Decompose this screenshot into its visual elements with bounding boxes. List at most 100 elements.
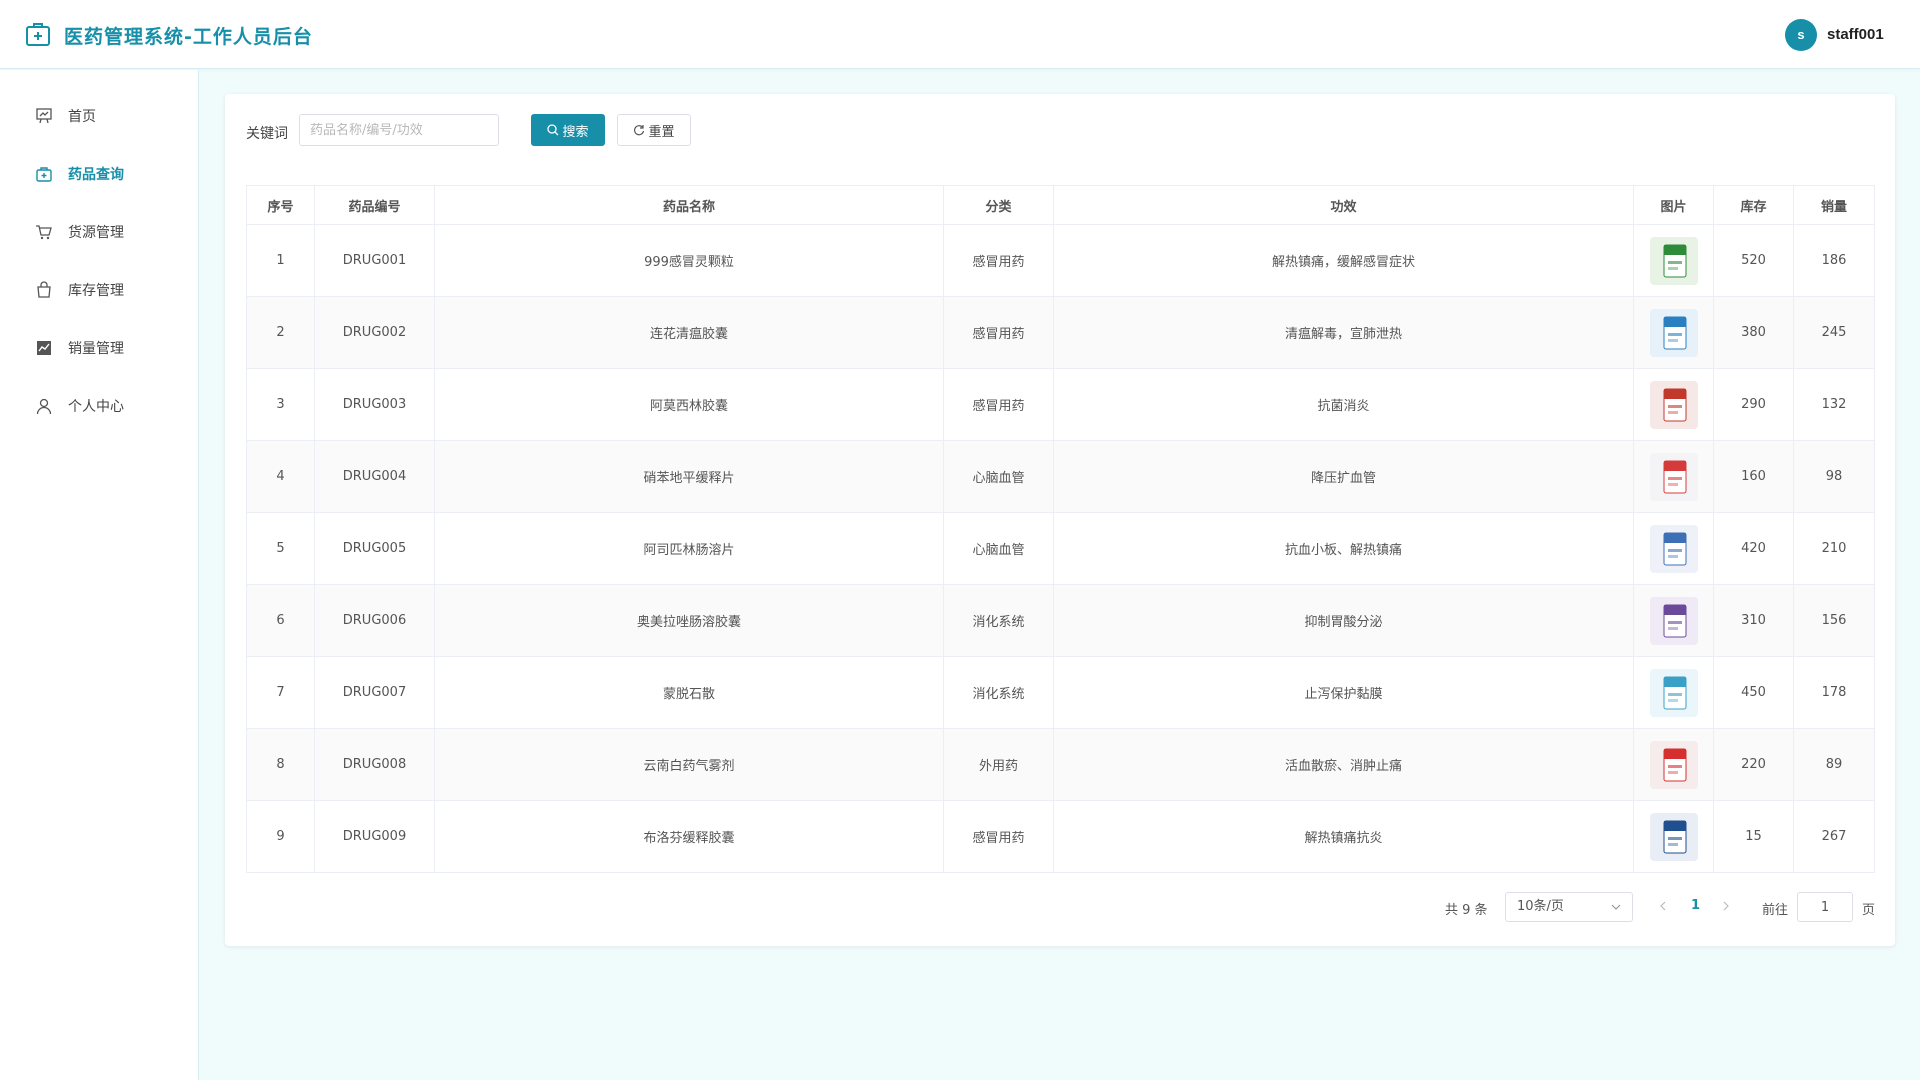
column-header: 功效: [1053, 185, 1634, 225]
cell-category: 感冒用药: [943, 296, 1054, 369]
search-button[interactable]: 搜索: [531, 114, 605, 146]
column-header: 分类: [943, 185, 1054, 225]
avatar[interactable]: s: [1785, 19, 1817, 51]
table-row: 6 DRUG006 奥美拉唑肠溶胶囊 消化系统 抑制胃酸分泌 310 156: [246, 584, 1875, 657]
cell-category: 消化系统: [943, 656, 1054, 729]
cell-effect: 降压扩血管: [1053, 440, 1634, 513]
total-count: 共 9 条: [1445, 903, 1488, 918]
app-title: 医药管理系统-工作人员后台: [64, 26, 313, 48]
cell-image: [1633, 440, 1714, 513]
sidebar: 首页 药品查询 货源管理 库存管理 销量管理 个人中心: [0, 70, 199, 1080]
cell-code: DRUG009: [314, 800, 435, 873]
cell-image: [1633, 800, 1714, 873]
drug-image[interactable]: [1649, 524, 1698, 573]
cell-stock: 160: [1713, 440, 1794, 513]
cell-sales: 186: [1793, 224, 1875, 297]
sidebar-item-sales[interactable]: 销量管理: [0, 326, 198, 370]
goto-page-input[interactable]: [1797, 892, 1853, 922]
column-header: 序号: [246, 185, 315, 225]
cell-code: DRUG003: [314, 368, 435, 441]
page-size-select[interactable]: 10条/页: [1505, 892, 1633, 922]
cell-image: [1633, 728, 1714, 801]
page-size-value: 10条/页: [1517, 899, 1564, 914]
table-row: 5 DRUG005 阿司匹林肠溶片 心脑血管 抗血小板、解热镇痛 420 210: [246, 512, 1875, 585]
sidebar-item-label: 库存管理: [68, 283, 124, 299]
search-button-label: 搜索: [562, 124, 589, 140]
table-row: 3 DRUG003 阿莫西林胶囊 感冒用药 抗菌消炎 290 132: [246, 368, 1875, 441]
cell-effect: 抗菌消炎: [1053, 368, 1634, 441]
sidebar-item-label: 药品查询: [68, 167, 124, 183]
cell-image: [1633, 656, 1714, 729]
cell-sales: 89: [1793, 728, 1875, 801]
sidebar-item-supply[interactable]: 货源管理: [0, 210, 198, 254]
cell-code: DRUG004: [314, 440, 435, 513]
cell-sales: 210: [1793, 512, 1875, 585]
cell-stock: 380: [1713, 296, 1794, 369]
table-row: 7 DRUG007 蒙脱石散 消化系统 止泻保护黏膜 450 178: [246, 656, 1875, 729]
username[interactable]: staff001: [1827, 26, 1884, 43]
cell-code: DRUG006: [314, 584, 435, 657]
cell-code: DRUG008: [314, 728, 435, 801]
page-number[interactable]: 1: [1691, 898, 1700, 913]
cell-name: 云南白药气雾剂: [434, 728, 944, 801]
drug-image[interactable]: [1649, 596, 1698, 645]
goto-label: 前往: [1762, 903, 1789, 918]
cell-code: DRUG007: [314, 656, 435, 729]
table-row: 8 DRUG008 云南白药气雾剂 外用药 活血散瘀、消肿止痛 220 89: [246, 728, 1875, 801]
chevron-right-icon[interactable]: [1720, 900, 1732, 912]
reset-button[interactable]: 重置: [617, 114, 691, 146]
drug-image[interactable]: [1649, 812, 1698, 861]
cell-sales: 245: [1793, 296, 1875, 369]
table-row: 1 DRUG001 999感冒灵颗粒 感冒用药 解热镇痛，缓解感冒症状 520 186: [246, 224, 1875, 297]
drug-table: 序号 药品编号 药品名称 分类 功效 图片 库存 销量 1 DRUG001 999感…: [246, 185, 1875, 873]
cell-stock: 220: [1713, 728, 1794, 801]
cell-category: 外用药: [943, 728, 1054, 801]
cell-name: 硝苯地平缓释片: [434, 440, 944, 513]
cell-sales: 98: [1793, 440, 1875, 513]
drug-image[interactable]: [1649, 740, 1698, 789]
reset-button-label: 重置: [648, 124, 675, 140]
drug-image[interactable]: [1649, 236, 1698, 285]
cell-index: 9: [246, 800, 315, 873]
cell-stock: 420: [1713, 512, 1794, 585]
drug-image[interactable]: [1649, 668, 1698, 717]
column-header: 库存: [1713, 185, 1794, 225]
cell-effect: 清瘟解毒，宣肺泄热: [1053, 296, 1634, 369]
cell-sales: 132: [1793, 368, 1875, 441]
chevron-left-icon[interactable]: [1657, 900, 1669, 912]
search-input[interactable]: [299, 114, 499, 146]
sidebar-item-home[interactable]: 首页: [0, 94, 198, 138]
medical-kit-icon: [26, 23, 50, 46]
cell-sales: 267: [1793, 800, 1875, 873]
cell-effect: 活血散瘀、消肿止痛: [1053, 728, 1634, 801]
cell-stock: 520: [1713, 224, 1794, 297]
cell-category: 感冒用药: [943, 224, 1054, 297]
column-header: 药品名称: [434, 185, 944, 225]
drug-image[interactable]: [1649, 308, 1698, 357]
sales-chart-icon: [37, 341, 51, 355]
cell-effect: 抗血小板、解热镇痛: [1053, 512, 1634, 585]
column-header: 药品编号: [314, 185, 435, 225]
cell-stock: 310: [1713, 584, 1794, 657]
cell-code: DRUG005: [314, 512, 435, 585]
cell-category: 感冒用药: [943, 368, 1054, 441]
drug-query-card: 关键词 搜索 重置 序号 药品编号 药品名称 分类: [225, 94, 1895, 946]
cell-image: [1633, 296, 1714, 369]
cell-name: 阿莫西林胶囊: [434, 368, 944, 441]
cell-effect: 抑制胃酸分泌: [1053, 584, 1634, 657]
bag-icon: [37, 281, 51, 298]
sidebar-item-profile[interactable]: 个人中心: [0, 384, 198, 428]
cell-category: 感冒用药: [943, 800, 1054, 873]
sidebar-item-inventory[interactable]: 库存管理: [0, 268, 198, 312]
drug-image[interactable]: [1649, 380, 1698, 429]
cell-index: 1: [246, 224, 315, 297]
table-row: 4 DRUG004 硝苯地平缓释片 心脑血管 降压扩血管 160 98: [246, 440, 1875, 513]
drug-image[interactable]: [1649, 452, 1698, 501]
keyword-label: 关键词: [246, 126, 288, 142]
cell-category: 消化系统: [943, 584, 1054, 657]
cell-code: DRUG001: [314, 224, 435, 297]
cell-image: [1633, 584, 1714, 657]
cell-stock: 450: [1713, 656, 1794, 729]
sidebar-item-drug-query[interactable]: 药品查询: [0, 152, 198, 196]
cell-stock: 15: [1713, 800, 1794, 873]
